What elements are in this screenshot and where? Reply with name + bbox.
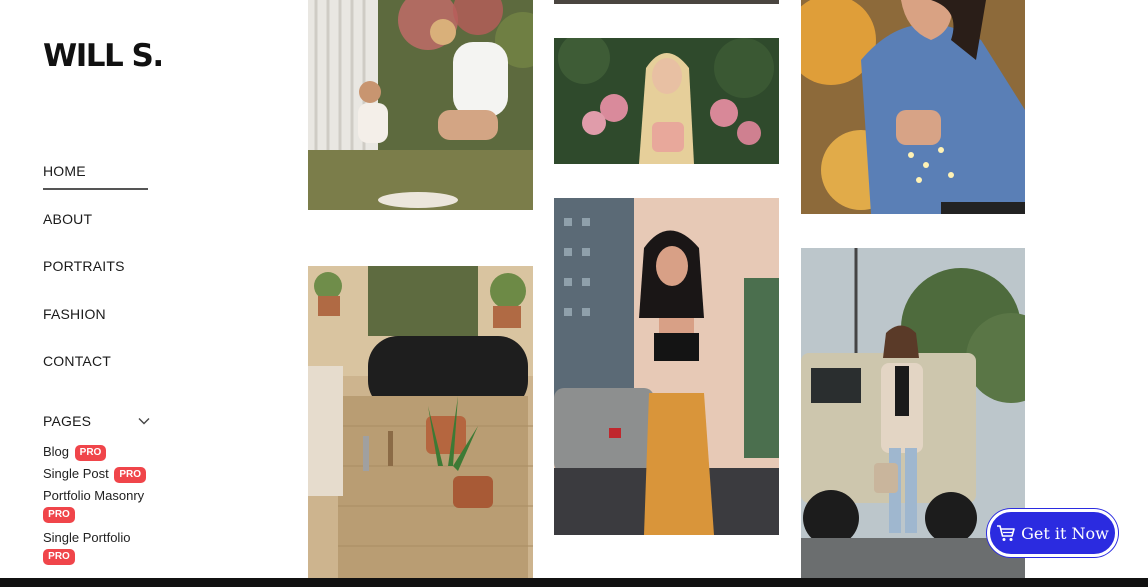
- nav-label: PORTRAITS: [43, 258, 125, 274]
- nav-label: HOME: [43, 160, 148, 190]
- submenu-label: Single Portfolio: [43, 530, 131, 545]
- main-nav: HOME ABOUT PORTRAITS FASHION CONTACT PAG…: [43, 160, 153, 445]
- gallery-photo[interactable]: [554, 38, 779, 164]
- gallery-photo[interactable]: [801, 0, 1025, 214]
- gallery-photo[interactable]: [554, 198, 779, 535]
- cart-icon: [997, 525, 1015, 541]
- submenu-label: Single Post: [43, 466, 109, 481]
- cta-label: Get it Now: [1021, 523, 1109, 543]
- pages-submenu: Blog PRO Single Post PRO Portfolio Mason…: [43, 441, 193, 569]
- chevron-down-icon[interactable]: [137, 414, 151, 428]
- submenu-label: Portfolio Masonry: [43, 488, 145, 503]
- nav-item-about[interactable]: ABOUT: [43, 208, 153, 256]
- nav-label: CONTACT: [43, 353, 112, 369]
- sidebar: WILL S. HOME ABOUT PORTRAITS FASHION CON…: [0, 0, 200, 587]
- site-logo[interactable]: WILL S.: [43, 38, 164, 74]
- gallery-photo[interactable]: [308, 266, 533, 578]
- nav-item-contact[interactable]: CONTACT: [43, 350, 153, 398]
- submenu-item-portfolio-masonry[interactable]: Portfolio Masonry: [43, 485, 193, 507]
- submenu-item-blog[interactable]: Blog PRO: [43, 441, 193, 463]
- submenu-item-single-post[interactable]: Single Post PRO: [43, 463, 193, 485]
- nav-label: ABOUT: [43, 210, 93, 227]
- nav-item-portraits[interactable]: PORTRAITS: [43, 255, 153, 303]
- gallery-photo-partial[interactable]: [554, 0, 779, 4]
- get-it-now-button[interactable]: Get it Now: [987, 509, 1118, 557]
- pro-badge: PRO: [43, 507, 75, 523]
- submenu-label: Blog: [43, 444, 70, 459]
- nav-label: PAGES: [43, 413, 92, 430]
- pro-badge: PRO: [43, 549, 75, 565]
- pro-badge: PRO: [74, 445, 107, 461]
- nav-label: FASHION: [43, 305, 106, 322]
- pro-badge: PRO: [114, 467, 147, 483]
- nav-item-fashion[interactable]: FASHION: [43, 303, 153, 351]
- bottom-bar: [0, 578, 1148, 587]
- nav-item-home[interactable]: HOME: [43, 160, 153, 208]
- submenu-item-single-portfolio[interactable]: Single Portfolio: [43, 527, 193, 549]
- nav-item-pages[interactable]: PAGES: [43, 398, 151, 446]
- gallery-photo[interactable]: [308, 0, 533, 210]
